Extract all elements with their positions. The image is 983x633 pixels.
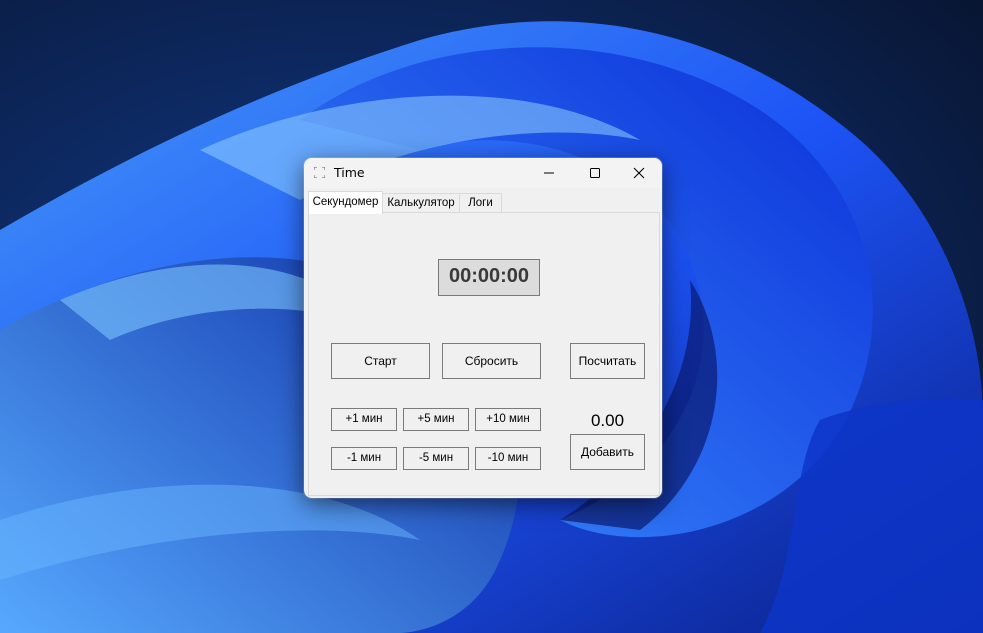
result-value: 0.00	[590, 411, 625, 430]
tab-logs[interactable]: Логи	[459, 193, 502, 213]
plus-10-min-button[interactable]: +10 мин	[475, 408, 541, 431]
plus-1-min-button[interactable]: +1 мин	[331, 408, 397, 431]
tab-calculator[interactable]: Калькулятор	[382, 193, 460, 213]
app-window: Time Секундомер Калькулятор Логи 00:00:0…	[304, 158, 662, 498]
window-title: Time	[334, 165, 365, 180]
calculate-button[interactable]: Посчитать	[570, 343, 645, 379]
time-display: 00:00:00	[438, 259, 540, 296]
tab-stopwatch[interactable]: Секундомер	[308, 191, 383, 214]
minus-1-min-button[interactable]: -1 мин	[331, 447, 397, 470]
start-button[interactable]: Старт	[331, 343, 430, 379]
minimize-icon	[544, 172, 554, 174]
close-icon	[633, 167, 645, 179]
app-icon	[314, 167, 325, 178]
maximize-icon	[590, 168, 600, 178]
minus-10-min-button[interactable]: -10 мин	[475, 447, 541, 470]
close-button[interactable]	[616, 158, 662, 188]
minus-5-min-button[interactable]: -5 мин	[403, 447, 469, 470]
add-button[interactable]: Добавить	[570, 434, 645, 470]
minimize-button[interactable]	[526, 158, 572, 188]
title-bar[interactable]: Time	[304, 158, 662, 188]
reset-button[interactable]: Сбросить	[442, 343, 541, 379]
stopwatch-panel: 00:00:00 Старт Сбросить Посчитать +1 мин…	[308, 212, 660, 496]
plus-5-min-button[interactable]: +5 мин	[403, 408, 469, 431]
maximize-button[interactable]	[572, 158, 618, 188]
